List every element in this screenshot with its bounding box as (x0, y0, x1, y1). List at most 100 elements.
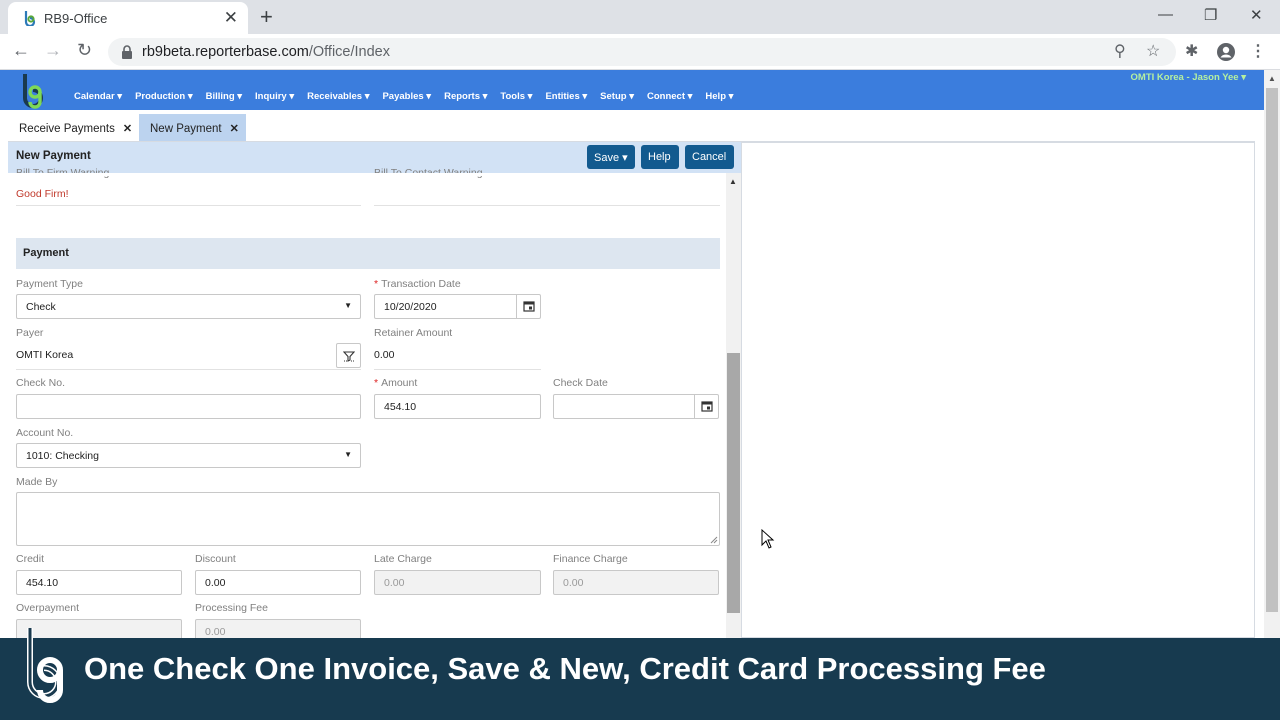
account-no-select[interactable]: 1010: Checking ▼ (16, 443, 361, 468)
transaction-date-input[interactable]: 10/20/2020 (374, 294, 541, 319)
cancel-button[interactable]: Cancel (685, 145, 734, 169)
retainer-amount-label: Retainer Amount (374, 327, 453, 339)
menu-production[interactable]: Production ▾ (135, 91, 193, 102)
check-no-label: Check No. (16, 377, 66, 389)
chevron-down-icon: ▼ (344, 301, 352, 310)
transaction-date-label-text: Transaction Date (381, 278, 461, 290)
new-tab-icon[interactable]: + (260, 4, 273, 30)
menu-help[interactable]: Help ▾ (705, 91, 733, 102)
restore-icon[interactable]: ❐ (1204, 6, 1217, 24)
divider (16, 205, 361, 206)
url-text: rb9beta.reporterbase.com/Office/Index (142, 44, 390, 60)
menu-calendar[interactable]: Calendar ▾ (74, 91, 122, 102)
mouse-cursor-icon (761, 529, 775, 549)
check-date-input[interactable] (553, 394, 719, 419)
transaction-date-calendar-button[interactable] (516, 295, 540, 318)
scroll-up-icon[interactable]: ▲ (1268, 74, 1276, 83)
transaction-date-label: * Transaction Date (374, 278, 461, 290)
menu-entities[interactable]: Entities ▾ (545, 91, 587, 102)
made-by-textarea[interactable] (16, 492, 720, 546)
menu-tools[interactable]: Tools ▾ (500, 91, 532, 102)
bookmark-star-icon[interactable]: ☆ (1146, 41, 1160, 61)
minimize-icon[interactable]: — (1158, 6, 1173, 23)
credit-label: Credit (16, 553, 45, 565)
main-menu: Calendar ▾ Production ▾ Billing ▾ Inquir… (74, 91, 746, 102)
user-menu[interactable]: OMTI Korea - Jason Yee ▾ (1131, 72, 1246, 83)
required-marker: * (374, 377, 379, 389)
zoom-icon[interactable]: ⚲ (1114, 41, 1126, 61)
payment-type-label: Payment Type (16, 278, 83, 290)
payer-lookup-button[interactable] (336, 343, 361, 368)
tab-receive-payments[interactable]: Receive Payments ✕ (8, 114, 136, 142)
payment-type-value: Check (26, 301, 56, 313)
menu-inquiry[interactable]: Inquiry ▾ (255, 91, 294, 102)
menu-payables[interactable]: Payables ▾ (382, 91, 431, 102)
url-path: /Office/Index (308, 44, 390, 60)
close-tab-icon[interactable]: ✕ (224, 8, 238, 28)
rb9-favicon-icon (24, 11, 36, 26)
page-scrollbar-thumb[interactable] (1266, 88, 1278, 612)
credit-input[interactable]: 454.10 (16, 570, 182, 595)
filter-icon (343, 351, 355, 362)
panel-scrollbar[interactable]: ▲ (726, 173, 741, 638)
resize-handle-icon[interactable] (710, 536, 718, 544)
help-button[interactable]: Help (641, 145, 679, 169)
rb9-logo-icon[interactable] (18, 72, 48, 110)
processing-fee-value: 0.00 (205, 626, 226, 638)
finance-charge-value: 0.00 (563, 577, 584, 589)
back-icon[interactable]: ← (12, 40, 30, 61)
late-charge-value: 0.00 (384, 577, 405, 589)
made-by-label: Made By (16, 476, 58, 488)
check-date-label: Check Date (553, 377, 608, 389)
calendar-icon (701, 401, 713, 412)
check-no-input[interactable] (16, 394, 361, 419)
amount-label: * Amount (374, 377, 417, 389)
finance-charge-input: 0.00 (553, 570, 719, 595)
url-host: rb9beta.reporterbase.com (142, 44, 309, 60)
reload-icon[interactable]: ↻ (77, 40, 92, 61)
check-date-calendar-button[interactable] (694, 395, 718, 418)
payment-section-title: Payment (23, 247, 69, 259)
browser-tab[interactable]: RB9-Office ✕ (8, 2, 248, 34)
credit-value: 454.10 (26, 577, 59, 589)
account-no-label: Account No. (16, 427, 74, 439)
header-mask (8, 173, 726, 176)
rb9-banner-logo-icon (27, 628, 63, 703)
window-close-icon[interactable]: ✕ (1250, 6, 1263, 24)
scroll-up-icon[interactable]: ▲ (729, 177, 737, 186)
save-button[interactable]: Save ▾ (587, 145, 635, 169)
overpayment-label: Overpayment (16, 602, 80, 614)
menu-setup[interactable]: Setup ▾ (600, 91, 634, 102)
discount-input[interactable]: 0.00 (195, 570, 361, 595)
forward-icon[interactable]: → (44, 40, 62, 61)
profile-icon[interactable] (1216, 42, 1236, 62)
amount-input[interactable]: 454.10 (374, 394, 541, 419)
tab-new-payment[interactable]: New Payment ✕ (139, 114, 246, 142)
detail-pane (741, 142, 1255, 638)
bill-to-firm-warning-value: Good Firm! (16, 188, 69, 200)
browser-toolbar: ← → ↻ rb9beta.reporterbase.com/Office/In… (0, 34, 1280, 70)
browser-tabstrip: RB9-Office ✕ + — ❐ ✕ (0, 0, 1280, 34)
payment-section-header: Payment (16, 238, 720, 269)
divider (16, 369, 361, 370)
address-bar[interactable]: rb9beta.reporterbase.com/Office/Index ⚲ … (108, 38, 1176, 66)
retainer-amount-value: 0.00 (374, 349, 395, 361)
caption-text: One Check One Invoice, Save & New, Credi… (84, 651, 1046, 686)
kebab-menu-icon[interactable]: ⋮ (1250, 41, 1266, 61)
screen: RB9-Office ✕ + — ❐ ✕ ← → ↻ rb9beta.repor… (0, 0, 1280, 720)
close-tab-new-payment-icon[interactable]: ✕ (230, 123, 239, 135)
divider (374, 369, 541, 370)
menu-reports[interactable]: Reports ▾ (444, 91, 487, 102)
extensions-icon[interactable]: ✱ (1185, 41, 1198, 61)
panel-scrollbar-thumb[interactable] (727, 353, 740, 613)
menu-connect[interactable]: Connect ▾ (647, 91, 692, 102)
payment-type-select[interactable]: Check ▼ (16, 294, 361, 319)
amount-label-text: Amount (381, 377, 418, 389)
processing-fee-input: 0.00 (195, 619, 361, 638)
page-scrollbar[interactable]: ▲ (1264, 70, 1280, 638)
new-payment-panel: New Payment Save ▾ Help Cancel Bill To F… (8, 142, 741, 638)
close-tab-receive-payments-icon[interactable]: ✕ (123, 123, 132, 135)
processing-fee-label: Processing Fee (195, 602, 268, 614)
menu-billing[interactable]: Billing ▾ (206, 91, 242, 102)
menu-receivables[interactable]: Receivables ▾ (307, 91, 369, 102)
